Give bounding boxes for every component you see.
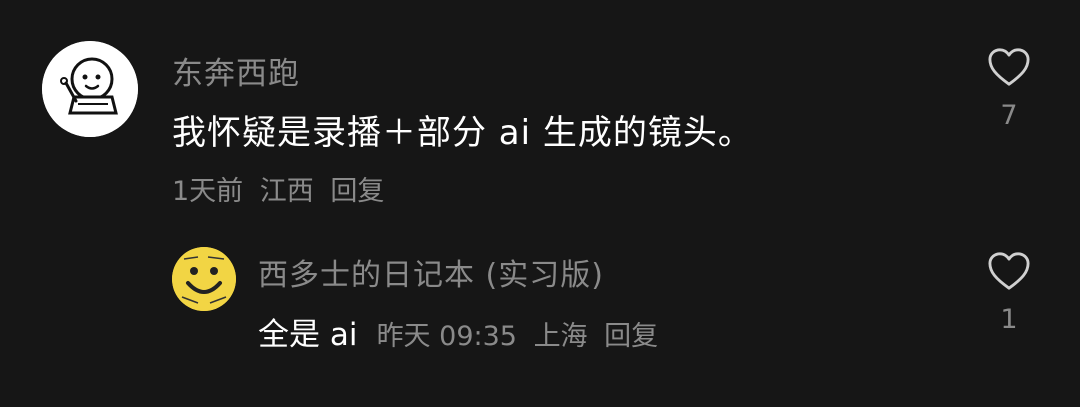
reply-meta: 昨天 09:35 上海 回复	[377, 314, 667, 353]
reply-like-count: 1	[1000, 304, 1018, 335]
comment-thread: 东奔西跑 我怀疑是录播＋部分 ai 生成的镜头。 1天前 江西 回复 7 西多士…	[0, 0, 1080, 407]
reply-row: 全是 ai 昨天 09:35 上海 回复	[258, 309, 666, 354]
smiley-writing-icon	[42, 41, 138, 137]
comment-text: 我怀疑是录播＋部分 ai 生成的镜头。	[172, 113, 753, 153]
comment-location: 江西	[259, 176, 314, 207]
reply-location: 上海	[533, 321, 588, 352]
reply-reply-button[interactable]: 回复	[604, 321, 658, 352]
reply-button[interactable]: 回复	[330, 176, 384, 207]
like-count: 7	[1000, 100, 1018, 131]
reply-like-button[interactable]: 1	[984, 250, 1034, 335]
comment-username[interactable]: 东奔西跑	[172, 48, 300, 93]
yellow-smiley-icon	[172, 247, 236, 311]
heart-icon	[988, 48, 1030, 86]
avatar[interactable]	[42, 41, 138, 137]
reply-time: 昨天 09:35	[376, 321, 517, 352]
like-button[interactable]: 7	[984, 46, 1034, 131]
reply-avatar[interactable]	[172, 247, 236, 311]
reply-text: 全是 ai	[258, 317, 358, 353]
reply-username[interactable]: 西多士的日记本 (实习版)	[258, 250, 604, 294]
heart-icon	[988, 252, 1030, 290]
comment-time: 1天前	[172, 176, 244, 207]
comment-meta: 1天前 江西 回复	[172, 169, 392, 208]
